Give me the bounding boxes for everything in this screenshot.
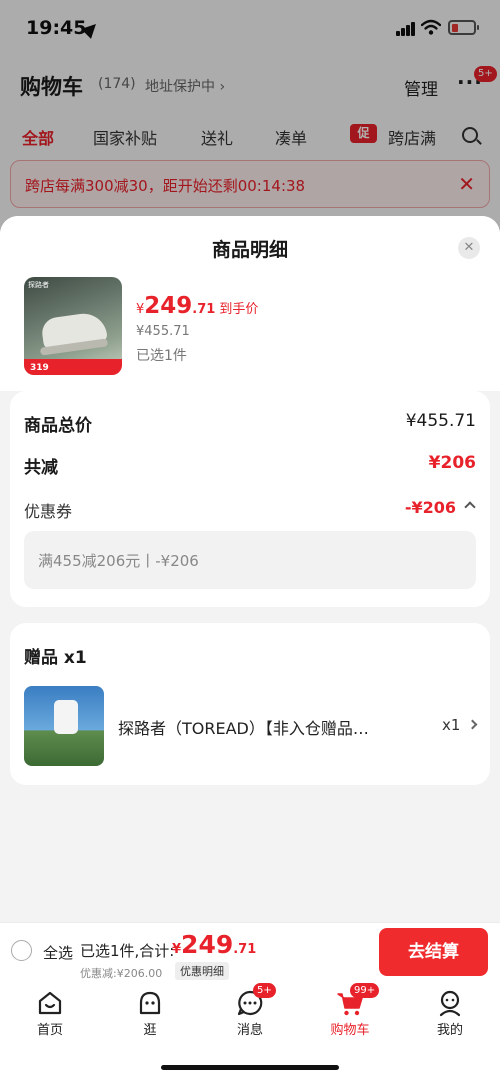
total-integer: 249 [181, 930, 234, 959]
checkout-button[interactable]: 去结算 [379, 928, 488, 976]
messages-badge: 5+ [253, 983, 276, 998]
discount-detail-button[interactable]: 优惠明细 [175, 962, 229, 980]
tab-messages-label: 消息 [236, 1023, 263, 1038]
tab-cart[interactable]: 99+ 购物车 [300, 983, 400, 1044]
tab-messages[interactable]: 5+ 消息 [200, 983, 300, 1044]
chevron-up-icon[interactable] [464, 501, 476, 513]
sheet-header: 商品明细 ✕ 探路者 319 ¥249.71 到手价 ¥455.71 已选1件 [0, 216, 500, 391]
tab-profile[interactable]: 我的 [400, 984, 500, 1044]
price-integer: 249 [144, 293, 193, 319]
selected-count: 已选1件 [136, 348, 187, 364]
gift-quantity: x1 [442, 716, 461, 734]
select-all-radio[interactable] [11, 940, 32, 961]
home-icon [38, 991, 62, 1015]
gift-name[interactable]: 探路者（TOREAD）【非入仓赠品… [118, 715, 408, 739]
cart-badge: 99+ [350, 983, 380, 998]
thumb-price: 319 [30, 363, 49, 373]
coupon-label[interactable]: 优惠券 [24, 498, 72, 522]
tab-cart-label: 购物车 [330, 1023, 370, 1038]
total-currency: ¥ [172, 942, 182, 957]
original-price: ¥455.71 [136, 324, 190, 339]
total-label: 商品总价 [24, 416, 92, 436]
person-icon [439, 990, 461, 1017]
tab-browse-label: 逛 [143, 1023, 157, 1038]
gift-image[interactable] [24, 686, 104, 766]
product-image[interactable]: 探路者 319 [24, 277, 122, 375]
chevron-right-icon[interactable] [467, 719, 478, 730]
selection-summary: 已选1件,合计: [80, 942, 175, 960]
price-decimal: .71 [192, 302, 216, 317]
tab-profile-label: 我的 [436, 1023, 463, 1038]
total-decimal: .71 [233, 942, 257, 957]
product-price: ¥249.71 到手价 [136, 293, 258, 319]
price-tag: 到手价 [219, 302, 259, 317]
coupon-value[interactable]: -¥206 [405, 498, 456, 517]
modal-overlay[interactable] [0, 0, 500, 240]
price-summary-card: 商品总价 ¥455.71 共减 ¥206 优惠券 -¥206 满455减206元… [10, 391, 490, 607]
gift-card: 赠品 x1 探路者（TOREAD）【非入仓赠品… x1 [10, 623, 490, 785]
coupon-detail-box: 满455减206元丨-¥206 [24, 531, 476, 589]
gift-title: 赠品 x1 [24, 648, 87, 668]
reduce-value: ¥206 [428, 453, 476, 473]
checkout-bar: 全选 已选1件,合计: ¥249.71 优惠减:¥206.00 优惠明细 去结算 [0, 922, 500, 984]
select-all-label[interactable]: 全选 [43, 942, 73, 963]
sheet-title: 商品明细 [211, 239, 288, 261]
home-indicator [161, 1065, 339, 1070]
total-value: ¥455.71 [405, 411, 476, 431]
face-icon [139, 991, 161, 1015]
tab-home-label: 首页 [36, 1023, 63, 1038]
total-price: ¥249.71 [172, 930, 256, 959]
discount-text: 优惠减:¥206.00 [80, 967, 163, 980]
close-icon[interactable]: ✕ [458, 237, 480, 259]
thumb-brand: 探路者 [28, 281, 49, 289]
tab-home[interactable]: 首页 [0, 984, 100, 1044]
coupon-detail-text: 满455减206元丨-¥206 [38, 552, 199, 570]
tab-browse[interactable]: 逛 [100, 984, 200, 1044]
reduce-label: 共减 [24, 458, 58, 478]
